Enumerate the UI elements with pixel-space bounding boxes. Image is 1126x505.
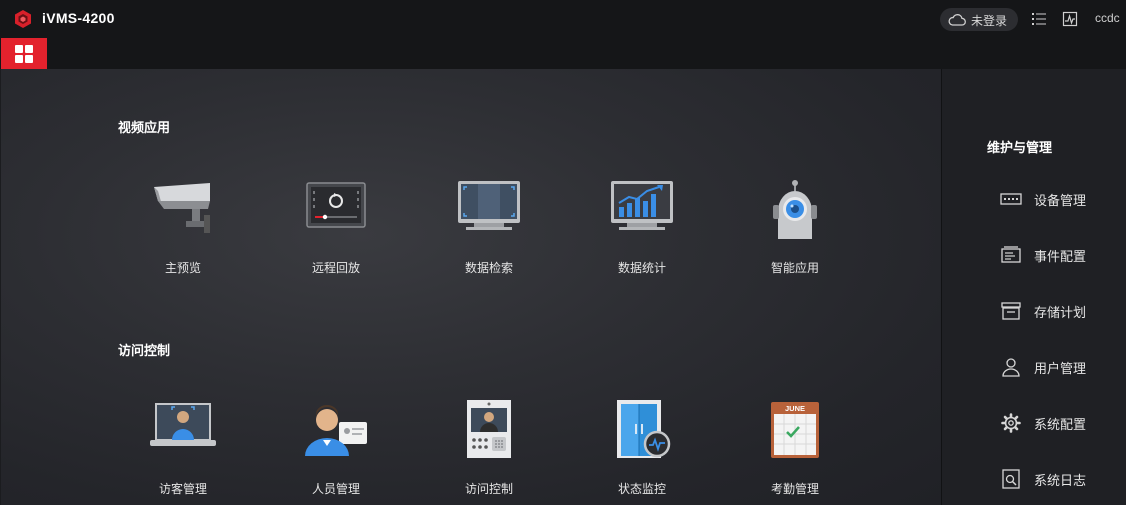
- calendar-icon: JUNE: [771, 402, 819, 458]
- device-icon: [1000, 193, 1022, 205]
- menu-label: 系统配置: [1034, 418, 1087, 433]
- tile-label: 智能应用: [770, 261, 819, 275]
- menu-label: 系统日志: [1034, 474, 1087, 489]
- login-label: 未登录: [971, 14, 1008, 28]
- user-name[interactable]: ccdc: [1095, 11, 1120, 25]
- menu-label: 事件配置: [1034, 250, 1087, 265]
- app-title: iVMS-4200: [42, 10, 115, 26]
- cloud-icon: [948, 14, 966, 26]
- menu-system-log[interactable]: 系统日志: [1000, 467, 1120, 491]
- home-tab[interactable]: [1, 38, 47, 69]
- menu-label: 设备管理: [1034, 194, 1087, 209]
- hik-logo-icon: [15, 10, 31, 28]
- maintenance-title: 维护与管理: [987, 141, 1053, 156]
- tile-person-management[interactable]: 人员管理: [281, 400, 391, 500]
- door-intercom-icon: [467, 400, 511, 458]
- event-icon: [1001, 246, 1021, 263]
- menu-device-management[interactable]: 设备管理: [1000, 187, 1120, 211]
- person-card-icon: [305, 405, 367, 456]
- menu-label: 存储计划: [1034, 306, 1087, 321]
- title-bar: iVMS-4200 未登录 ccdc: [0, 0, 1126, 38]
- maintenance-panel: 维护与管理 设备管理 事件配置 存储计划 用户管理 系统配置 系统日志: [941, 69, 1126, 505]
- playback-icon: [306, 182, 366, 228]
- tile-label: 人员管理: [311, 482, 360, 496]
- calendar-month: JUNE: [785, 404, 805, 413]
- tile-data-statistics[interactable]: 数据统计: [587, 179, 697, 279]
- storage-icon: [1001, 302, 1021, 320]
- menu-label: 用户管理: [1034, 362, 1087, 377]
- tile-label: 主预览: [164, 261, 201, 275]
- door-status-icon: [617, 400, 671, 458]
- login-button[interactable]: 未登录: [940, 8, 1018, 31]
- tile-data-search[interactable]: 数据检索: [434, 179, 544, 279]
- camera-icon: [154, 183, 210, 233]
- tile-remote-playback[interactable]: 远程回放: [281, 179, 391, 279]
- tile-access-control[interactable]: 访问控制: [434, 400, 544, 500]
- tile-label: 访问控制: [464, 482, 513, 496]
- tile-status-monitor[interactable]: 状态监控: [587, 400, 697, 500]
- tile-label: 数据统计: [617, 261, 666, 275]
- tile-main-preview[interactable]: 主预览: [128, 179, 238, 279]
- visitor-laptop-icon: [150, 403, 216, 446]
- menu-event-configuration[interactable]: 事件配置: [1000, 243, 1120, 267]
- robot-icon: [773, 180, 817, 239]
- tile-label: 访客管理: [158, 482, 207, 496]
- tile-label: 考勤管理: [770, 482, 819, 496]
- grid-icon: [15, 45, 33, 63]
- gear-icon: [1001, 413, 1021, 433]
- tile-attendance-management[interactable]: JUNE 考勤管理: [740, 400, 850, 500]
- section-title-access: 访问控制: [118, 344, 171, 359]
- pulse-monitor-icon[interactable]: [1062, 11, 1078, 27]
- statistics-icon: [611, 181, 673, 230]
- tile-label: 远程回放: [311, 261, 360, 275]
- log-icon: [1002, 469, 1020, 489]
- user-icon: [1002, 358, 1020, 377]
- tab-bar: [0, 38, 1126, 69]
- section-title-video: 视频应用: [118, 121, 171, 136]
- search-monitor-icon: [458, 181, 520, 230]
- menu-storage-plan[interactable]: 存储计划: [1000, 299, 1120, 323]
- tile-label: 数据检索: [464, 261, 513, 275]
- main-panel: 视频应用 主预览 远程回放 数据检索 数据统计 智能应用 访问控制 访客管理 人…: [1, 69, 941, 505]
- tile-visitor-management[interactable]: 访客管理: [128, 400, 238, 500]
- menu-system-configuration[interactable]: 系统配置: [1000, 411, 1120, 435]
- menu-user-management[interactable]: 用户管理: [1000, 355, 1120, 379]
- tile-label: 状态监控: [617, 482, 666, 496]
- list-icon[interactable]: [1031, 11, 1047, 27]
- tile-smart-application[interactable]: 智能应用: [740, 179, 850, 279]
